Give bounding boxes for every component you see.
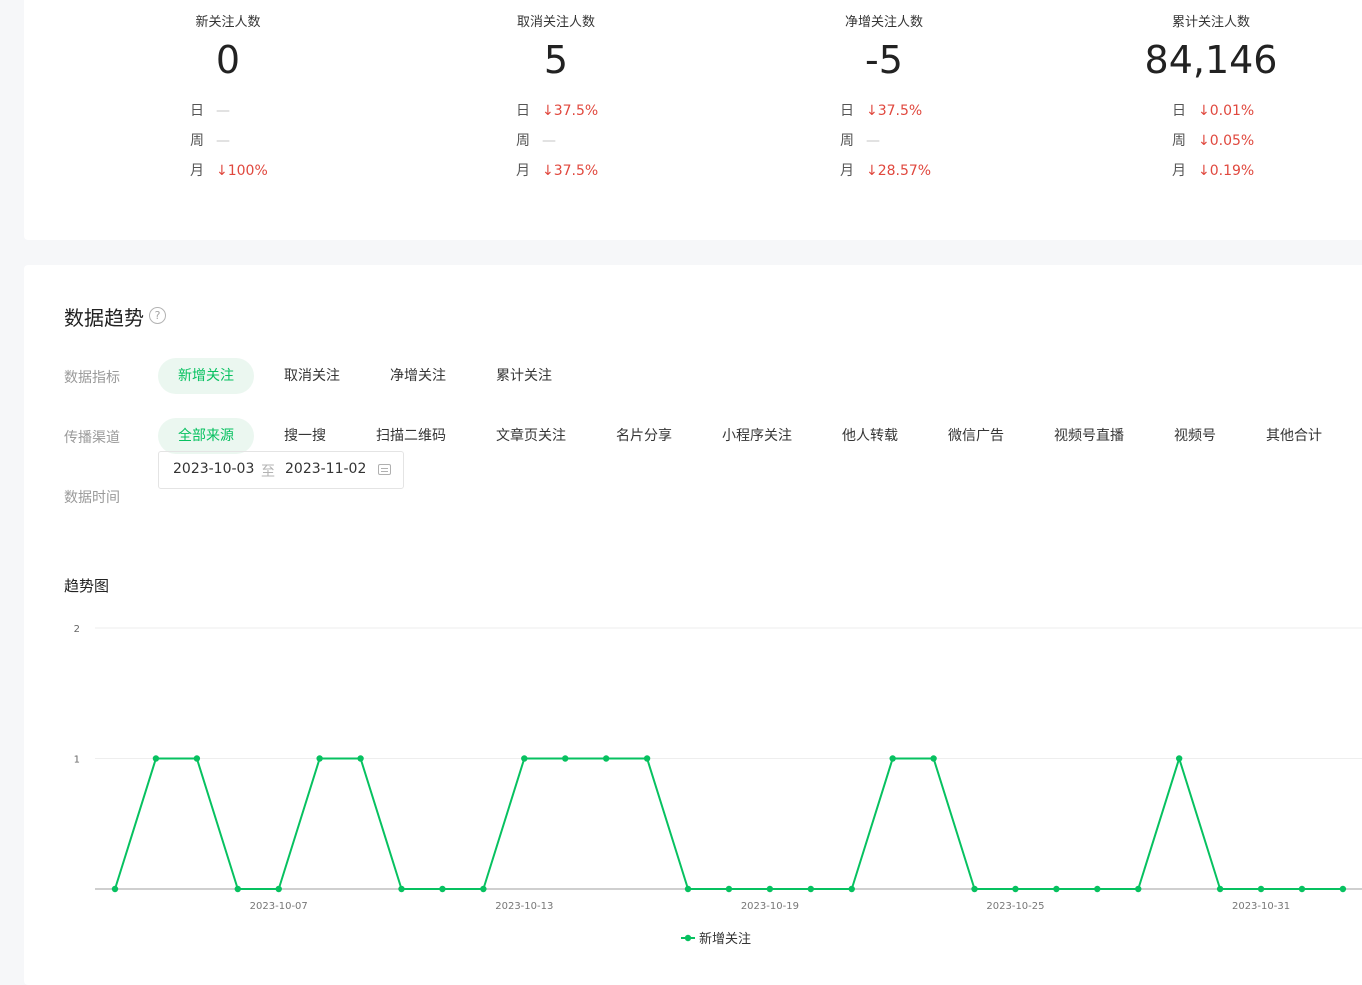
- data-point: [766, 885, 774, 893]
- data-point: [848, 885, 855, 893]
- data-point: [807, 885, 815, 893]
- data-point: [643, 755, 651, 762]
- data-point: [275, 885, 282, 893]
- data-point: [234, 885, 241, 893]
- data-point: [521, 755, 528, 762]
- x-tick-label: 2023-10-25: [986, 901, 1044, 912]
- series-line: [114, 757, 1343, 890]
- x-tick-label: 2023-10-07: [250, 901, 308, 912]
- data-point: [111, 885, 119, 893]
- data-point: [1053, 885, 1060, 893]
- x-tick-label: 2023-10-19: [741, 901, 799, 912]
- y-tick-label: 2: [74, 624, 80, 635]
- x-tick-label: 2023-10-31: [1232, 901, 1290, 912]
- data-point: [439, 885, 446, 893]
- x-tick-label: 2023-10-13: [495, 901, 553, 912]
- data-point: [889, 755, 896, 762]
- legend-swatch-dot: [684, 934, 692, 942]
- data-point: [1298, 885, 1306, 893]
- data-point: [684, 885, 692, 893]
- data-point: [562, 755, 569, 762]
- data-point: [602, 755, 610, 762]
- data-point: [971, 885, 978, 893]
- data-point: [1094, 885, 1101, 893]
- data-point: [930, 755, 937, 762]
- data-point: [1257, 885, 1265, 893]
- data-point: [316, 755, 323, 762]
- data-point: [152, 755, 160, 762]
- data-point: [725, 885, 733, 893]
- trend-chart: 2 1 2023-10-07 2023-10-13 2023-10-19 2023-10-…: [74, 624, 1362, 947]
- data-point: [1012, 885, 1019, 893]
- y-tick-label: 1: [74, 755, 80, 766]
- data-point: [357, 755, 364, 762]
- legend-label: 新增关注: [699, 931, 751, 947]
- data-point: [398, 885, 405, 893]
- data-point: [1339, 885, 1347, 893]
- data-point: [193, 755, 201, 762]
- data-point: [1175, 755, 1183, 762]
- data-point: [1135, 885, 1142, 893]
- data-point: [480, 885, 487, 893]
- data-point: [1216, 885, 1224, 893]
